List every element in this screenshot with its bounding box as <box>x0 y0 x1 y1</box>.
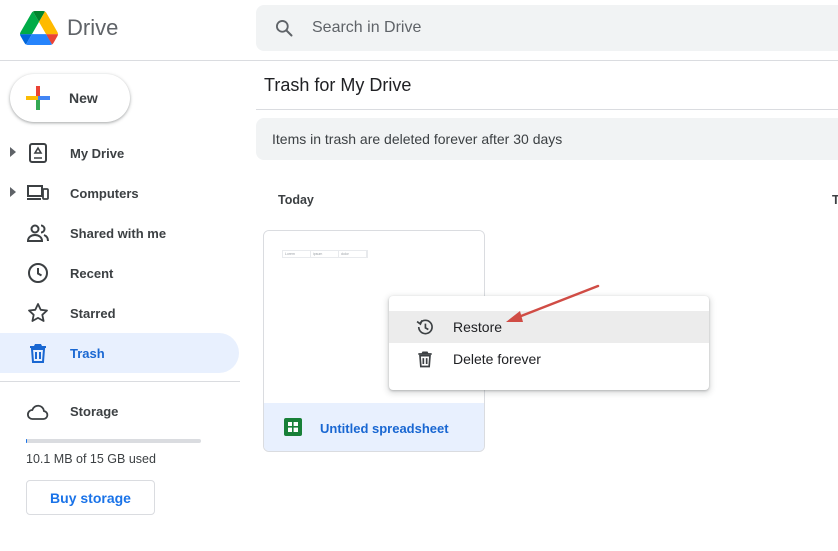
sidebar-item-label: Computers <box>70 186 139 201</box>
sidebar-item-trash[interactable]: Trash <box>0 333 239 373</box>
expand-caret-icon[interactable] <box>10 187 16 197</box>
restore-icon <box>416 319 433 335</box>
expand-caret-icon[interactable] <box>10 147 16 157</box>
new-button-label: New <box>69 90 98 106</box>
top-bar: Drive <box>0 0 838 61</box>
buy-storage-button[interactable]: Buy storage <box>26 480 155 515</box>
preview-cell: Lorem <box>283 251 311 257</box>
sidebar-nav: My Drive Computers Shared with me Recent… <box>0 133 240 373</box>
search-icon[interactable] <box>274 18 294 38</box>
trash-icon <box>418 351 432 368</box>
star-icon <box>28 303 48 322</box>
drive-logo-icon[interactable] <box>20 11 58 45</box>
page-title: Trash for My Drive <box>264 75 412 95</box>
section-heading-today: Today <box>278 193 314 207</box>
sidebar-item-starred[interactable]: Starred <box>0 293 239 333</box>
trash-info-banner: Items in trash are deleted forever after… <box>256 118 838 160</box>
clock-icon <box>28 263 48 283</box>
menu-item-label: Delete forever <box>453 351 541 367</box>
context-menu: Restore Delete forever <box>389 296 709 390</box>
my-drive-icon <box>29 143 47 163</box>
menu-item-label: Restore <box>453 319 503 335</box>
banner-text: Items in trash are deleted forever after… <box>272 131 563 147</box>
sidebar-item-label: Trash <box>70 346 105 361</box>
file-name: Untitled spreadsheet <box>320 421 449 436</box>
new-button[interactable]: New <box>10 74 130 122</box>
sidebar-item-label: Recent <box>70 266 114 281</box>
thumbnail-preview-table: Lorem ipsum dolor <box>282 250 368 258</box>
sidebar-item-label: Starred <box>70 306 116 321</box>
sidebar-item-computers[interactable]: Computers <box>0 173 239 213</box>
menu-item-restore[interactable]: Restore <box>389 311 709 343</box>
sidebar-item-shared-with-me[interactable]: Shared with me <box>0 213 239 253</box>
computers-icon <box>27 185 49 200</box>
trash-icon <box>30 344 46 363</box>
preview-cell: ipsum <box>311 251 339 257</box>
search-input[interactable] <box>312 17 812 39</box>
shared-with-me-icon <box>26 224 49 242</box>
plus-icon <box>26 86 50 110</box>
file-card-footer[interactable]: Untitled spreadsheet <box>264 403 484 451</box>
google-sheets-icon <box>284 418 302 436</box>
sidebar-item-my-drive[interactable]: My Drive <box>0 133 239 173</box>
sidebar-divider <box>0 381 240 382</box>
search-bar[interactable] <box>256 5 838 51</box>
storage-used-text: 10.1 MB of 15 GB used <box>26 452 156 466</box>
storage-label[interactable]: Storage <box>70 404 118 419</box>
sidebar-item-recent[interactable]: Recent <box>0 253 239 293</box>
preview-cell: dolor <box>339 251 367 257</box>
storage-usage-bar <box>26 439 201 443</box>
menu-item-delete-forever[interactable]: Delete forever <box>389 343 709 375</box>
sidebar-item-label: My Drive <box>70 146 125 161</box>
sidebar-item-label: Shared with me <box>70 226 167 241</box>
title-divider <box>256 109 838 110</box>
cloud-icon <box>27 404 49 420</box>
app-name: Drive <box>67 15 119 40</box>
section-heading-truncated: T <box>832 193 838 207</box>
